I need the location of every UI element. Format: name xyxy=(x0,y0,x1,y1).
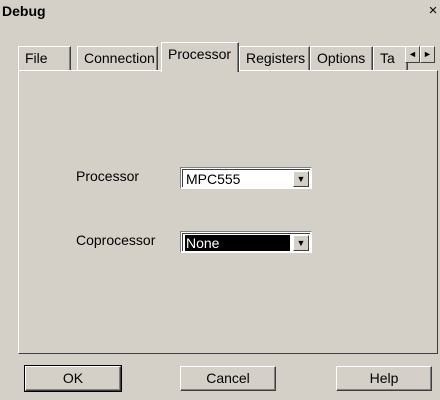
coprocessor-select-value: None xyxy=(185,235,290,251)
processor-label: Processor xyxy=(76,168,140,184)
tab-scroll-left-icon[interactable]: ◄ xyxy=(405,46,420,63)
processor-select-value: MPC555 xyxy=(186,171,241,187)
tab-connection[interactable]: Connection xyxy=(77,46,158,70)
close-icon[interactable]: × xyxy=(426,3,440,18)
processor-tab-panel: Processor MPC555 ▼ Coprocessor None ▼ xyxy=(18,70,438,354)
coprocessor-select-frame: None ▼ xyxy=(182,233,310,251)
cancel-button[interactable]: Cancel xyxy=(180,366,276,391)
tab-file[interactable]: File xyxy=(18,46,71,70)
title-bar[interactable]: Debug × xyxy=(0,0,440,22)
coprocessor-select[interactable]: None ▼ xyxy=(180,231,312,253)
chevron-down-icon[interactable]: ▼ xyxy=(293,235,309,251)
processor-select-frame: MPC555 ▼ xyxy=(182,169,310,187)
tab-processor[interactable]: Processor xyxy=(161,42,239,72)
tab-truncated[interactable]: Ta xyxy=(373,46,408,70)
coprocessor-label: Coprocessor xyxy=(76,232,156,248)
tab-registers[interactable]: Registers xyxy=(239,46,310,70)
chevron-down-icon[interactable]: ▼ xyxy=(293,171,309,187)
window-title: Debug xyxy=(2,3,46,19)
tab-scroll-right-icon[interactable]: ► xyxy=(420,46,435,63)
processor-select[interactable]: MPC555 ▼ xyxy=(180,167,312,189)
ok-button[interactable]: OK xyxy=(24,365,122,392)
debug-dialog: Debug × File Connection Processor Regist… xyxy=(0,0,440,400)
tab-options[interactable]: Options xyxy=(310,46,373,70)
help-button[interactable]: Help xyxy=(336,366,432,391)
